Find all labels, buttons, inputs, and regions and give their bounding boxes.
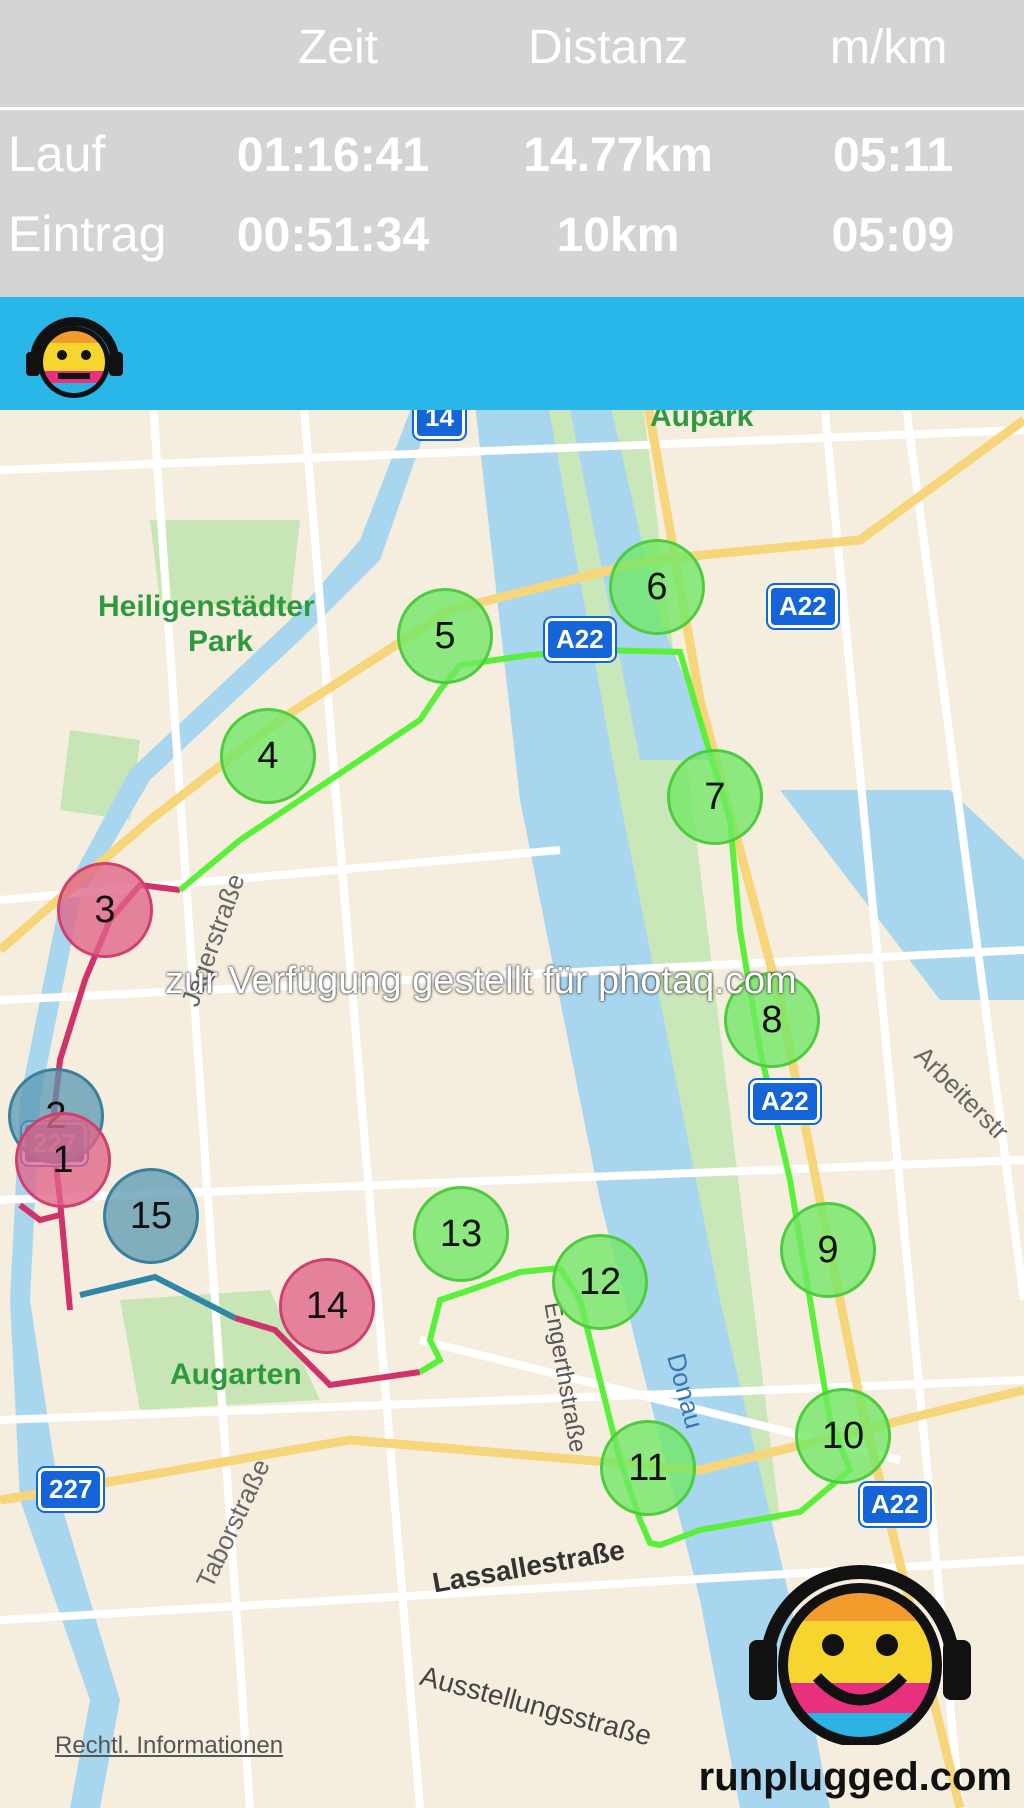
km-marker-3[interactable]: 3 [57,862,153,958]
legal-link[interactable]: Rechtl. Informationen [55,1732,283,1760]
lauf-distance: 14.77km [523,129,713,182]
km-marker-1[interactable]: 1 [15,1112,111,1208]
header-distance: Distanz [528,21,689,74]
shield-a22-1: A22 [545,618,615,661]
watermark: zur Verfügung gestellt für photaq.com [165,960,797,1002]
km-marker-14[interactable]: 14 [279,1258,375,1354]
row-label-eintrag: Eintrag [8,206,167,262]
eintrag-pace: 05:09 [831,209,955,262]
stats-panel: Zeit Distanz m/km Lauf 01:16:41 14.77km … [0,0,1024,297]
shield-227-2: 227 [38,1468,104,1511]
km-marker-13[interactable]: 13 [413,1186,509,1282]
km-marker-7[interactable]: 7 [667,749,763,845]
map-label-augarten: Augarten [170,1358,302,1391]
km-marker-4[interactable]: 4 [220,708,316,804]
km-marker-11[interactable]: 11 [600,1420,696,1516]
stats-divider [0,107,1024,110]
row-label-lauf: Lauf [8,126,106,182]
map-label-heiligenstaedter: Heiligenstädter [98,590,315,623]
km-marker-5[interactable]: 5 [397,588,493,684]
km-marker-15[interactable]: 15 [103,1168,199,1264]
lauf-pace: 05:11 [832,129,954,182]
runplugged-logo [749,1565,971,1745]
lauf-time: 01:16:41 [236,129,430,182]
km-marker-6[interactable]: 6 [609,539,705,635]
km-marker-12[interactable]: 12 [552,1234,648,1330]
shield-a22-2: A22 [768,585,838,628]
shield-a22-4: A22 [860,1483,930,1526]
map-label-park: Park [188,625,254,658]
km-marker-10[interactable]: 10 [795,1388,891,1484]
header-time: Zeit [298,21,379,74]
app-header-bar [0,297,1024,410]
headphones-face-icon[interactable] [22,307,127,402]
shield-a22-3: A22 [750,1080,820,1123]
eintrag-distance: 10km [556,209,680,262]
header-pace: m/km [830,21,948,74]
brand-text: runplugged.com [698,1755,1012,1799]
eintrag-time: 00:51:34 [236,209,430,262]
km-marker-9[interactable]: 9 [780,1202,876,1298]
